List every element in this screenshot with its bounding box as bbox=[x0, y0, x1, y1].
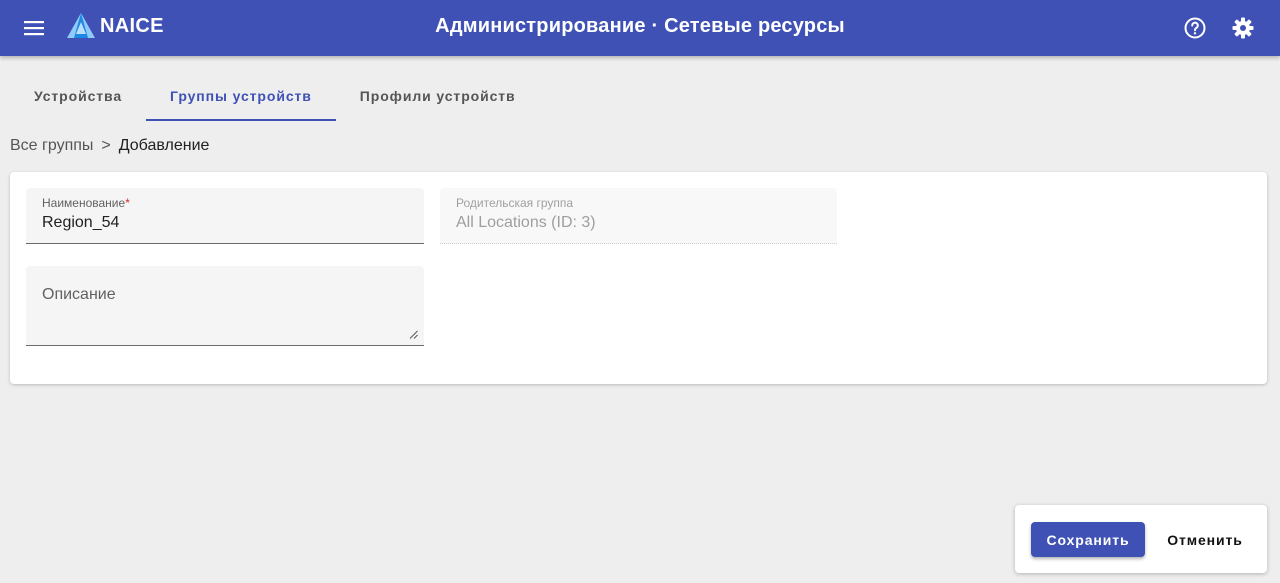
required-mark: * bbox=[125, 196, 130, 210]
breadcrumb-all-groups[interactable]: Все группы bbox=[10, 137, 93, 155]
parent-group-value: All Locations (ID: 3) bbox=[456, 214, 596, 231]
name-input[interactable] bbox=[42, 214, 402, 232]
app-bar: NAICE Администрирование · Сетевые ресурс… bbox=[0, 0, 1280, 56]
resize-handle-icon[interactable] bbox=[408, 329, 418, 339]
parent-group-field: Родительская группа All Locations (ID: 3… bbox=[440, 188, 837, 244]
breadcrumb-current: Добавление bbox=[118, 137, 210, 154]
name-field[interactable]: Наименование* bbox=[26, 188, 424, 244]
help-icon[interactable] bbox=[1180, 13, 1210, 43]
description-field[interactable]: Описание bbox=[26, 266, 424, 346]
description-placeholder: Описание bbox=[42, 286, 116, 303]
name-field-label: Наименование* bbox=[42, 196, 130, 210]
breadcrumb: Все группы > Добавление bbox=[10, 137, 209, 155]
form-card: Наименование* Родительская группа All Lo… bbox=[10, 172, 1267, 384]
tab-devices[interactable]: Устройства bbox=[10, 72, 146, 121]
breadcrumb-separator: > bbox=[101, 137, 111, 154]
action-bar: Сохранить Отменить bbox=[1015, 505, 1267, 573]
parent-group-label: Родительская группа bbox=[456, 196, 574, 210]
save-button[interactable]: Сохранить bbox=[1031, 522, 1145, 557]
tab-device-groups[interactable]: Группы устройств bbox=[146, 72, 336, 121]
settings-icon[interactable] bbox=[1228, 13, 1258, 43]
page-title: Администрирование · Сетевые ресурсы bbox=[435, 15, 845, 37]
cancel-button[interactable]: Отменить bbox=[1157, 522, 1253, 557]
tab-bar: Устройства Группы устройств Профили устр… bbox=[10, 72, 540, 122]
tab-device-profiles[interactable]: Профили устройств bbox=[336, 72, 540, 121]
